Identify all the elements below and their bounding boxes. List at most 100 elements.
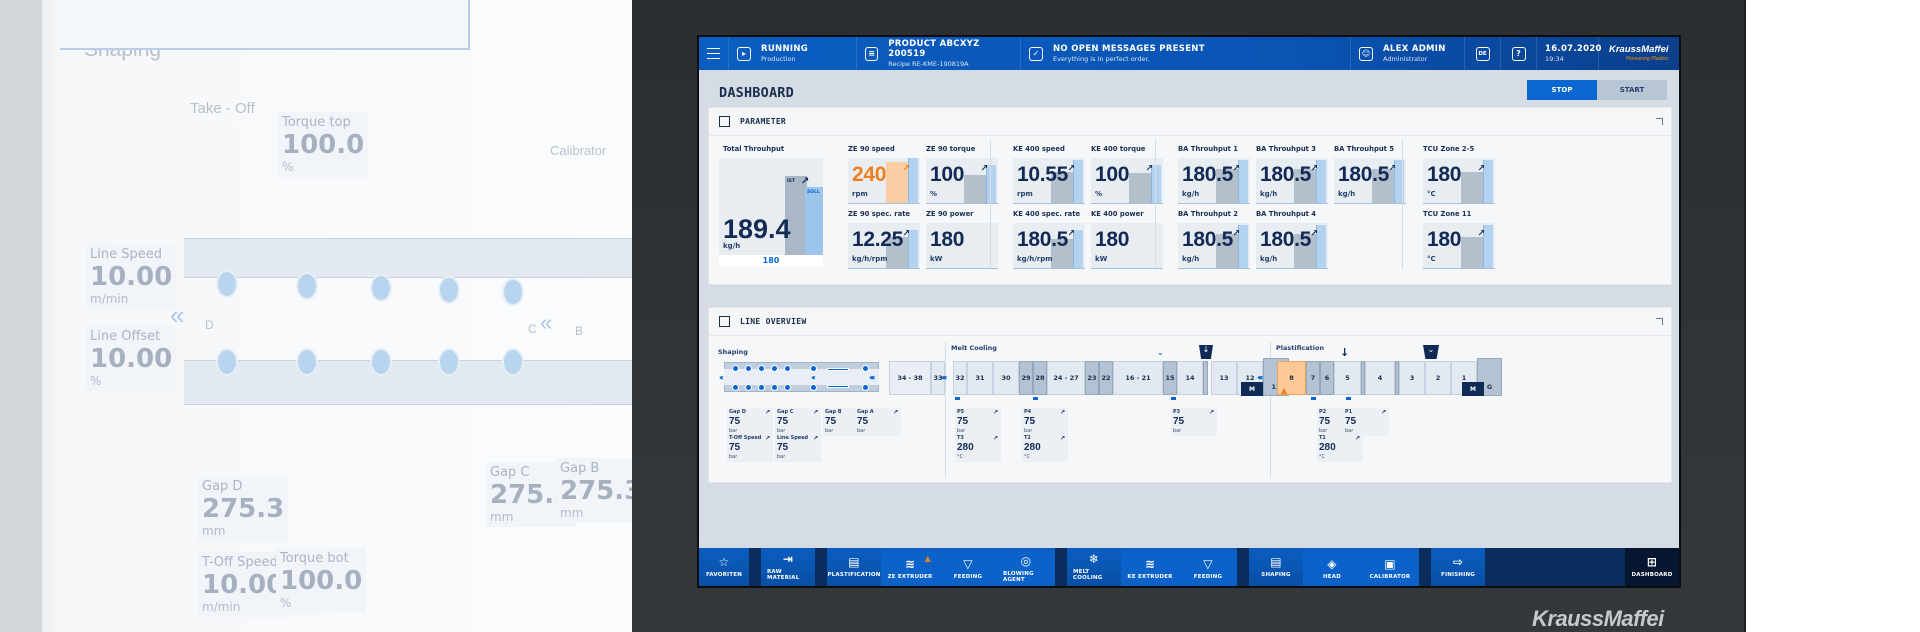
zone-30[interactable]: 30 <box>993 361 1019 395</box>
expand-icon[interactable] <box>1656 318 1663 325</box>
bg-card-unit: % <box>280 596 292 610</box>
nav-favoriten[interactable]: ☆ FAVORITEN <box>699 548 749 586</box>
zone-32[interactable]: 32 <box>953 361 967 395</box>
line-value-card[interactable]: Line Speed ↗ 75 bar <box>775 434 821 462</box>
zone-28[interactable]: 28 <box>1033 361 1047 395</box>
zone-24-27[interactable]: 24 - 27 <box>1047 361 1085 395</box>
line-value-card[interactable]: Gap A ↗ 75 bar <box>855 408 901 436</box>
zone-14[interactable]: 14 <box>1177 361 1203 395</box>
status-indicator[interactable]: ▸ RUNNING Production <box>729 37 857 70</box>
zone-6[interactable]: 6 <box>1320 361 1334 395</box>
param-card[interactable]: ↗ 100% <box>926 158 998 204</box>
param-card[interactable]: ↗ 180.5 kg/h/rpm <box>1013 223 1085 269</box>
zone-15[interactable]: 15 <box>1163 361 1177 395</box>
nav-ke-extruder[interactable]: ≋ KE EXTRUDER <box>1121 551 1179 586</box>
nav-raw-material[interactable]: ⇥ RAW MATERIAL <box>761 548 815 586</box>
zone-3[interactable]: 3 <box>1399 361 1425 395</box>
line-value-card[interactable]: Gap D ↗ 75 bar <box>727 408 773 436</box>
blowing-agent-icon: ◎ <box>1020 553 1032 568</box>
line-value-card[interactable]: P3 ↗ 75 bar <box>1171 408 1217 436</box>
param-card[interactable]: ↗ 100% <box>1091 158 1163 204</box>
nav-ze-extruder[interactable]: ≋ ZE EXTRUDER ▲ <box>881 551 939 586</box>
total-throughput-card[interactable]: IST SOLL ↗ 189.4 kg/h 180 <box>719 158 823 267</box>
param-card[interactable]: ↗ 180.5 kg/h <box>1256 223 1328 269</box>
zone-34-38[interactable]: 34 - 38 <box>889 361 931 395</box>
param-label: ZE 90 power <box>926 210 974 218</box>
nav-head[interactable]: ◈ HEAD <box>1303 551 1361 586</box>
actual-bar <box>1461 237 1485 268</box>
ke-extruder-icon: ≋ <box>1144 556 1156 571</box>
arrow-up-right-icon: ↗ <box>764 409 770 416</box>
line-value-card[interactable]: T2 ↗ 280 °C <box>1022 434 1068 462</box>
line-value-card[interactable]: T-Off Speed ↗ 75 bar <box>727 434 773 462</box>
nav-calibrator[interactable]: ▣ CALIBRATOR <box>1361 551 1419 586</box>
line-value-card[interactable]: T1 ↗ 280 °C <box>1317 434 1363 462</box>
total-throughput-setpoint: 180 <box>719 255 823 267</box>
nav-blowing-agent[interactable]: ◎ BLOWING AGENT <box>997 551 1055 586</box>
line-value-card[interactable]: P4 ↗ 75 bar <box>1022 408 1068 436</box>
motor-plast[interactable]: M <box>1462 382 1484 396</box>
start-button[interactable]: START <box>1597 80 1667 100</box>
menu-button[interactable] <box>699 37 729 70</box>
line-value-card[interactable]: P1 ↗ 75 bar <box>1343 408 1389 436</box>
bg-card: Gap D 275.3 mm <box>198 476 289 541</box>
user-name: ALEX ADMIN <box>1383 44 1446 54</box>
line-overview-header: LINE OVERVIEW <box>709 308 1671 336</box>
zone-2[interactable]: 2 <box>1425 361 1451 395</box>
hopper-icon[interactable]: ⌄ <box>1423 345 1439 359</box>
param-card[interactable]: ↗ 180.5 kg/h <box>1334 158 1406 204</box>
zone-31[interactable]: 31 <box>967 361 993 395</box>
param-card[interactable]: ↗ 180.5 kg/h <box>1178 158 1250 204</box>
parameter-header: PARAMETER <box>709 108 1671 136</box>
messages-indicator[interactable]: ✓ NO OPEN MESSAGES PRESENT Everything is … <box>1021 37 1351 70</box>
hopper-icon[interactable]: ↓ <box>1199 345 1213 359</box>
zone-16-21[interactable]: 16 - 21 <box>1113 361 1163 395</box>
actual-bar <box>1129 173 1153 203</box>
nav-shaping[interactable]: ▤ SHAPING <box>1249 548 1303 586</box>
nav-plastification[interactable]: ▤ PLASTIFICATION <box>827 548 881 586</box>
dashboard-icon: ⊞ <box>1646 555 1658 569</box>
param-card[interactable]: ↗ 240 rpm <box>848 158 920 204</box>
nav-feeding[interactable]: ▽ FEEDING <box>1179 551 1237 586</box>
bg-card-value: 100.0 <box>280 566 363 596</box>
param-card[interactable]: ↗ 180 °C <box>1423 158 1495 204</box>
stop-button[interactable]: STOP <box>1527 80 1597 100</box>
param-card[interactable]: ↗ 180.5 kg/h <box>1256 158 1328 204</box>
arrow-up-right-icon: ↗ <box>1059 409 1065 416</box>
param-card[interactable]: 180 kW <box>926 223 998 269</box>
zone-22[interactable]: 22 <box>1099 361 1113 395</box>
line-value-card[interactable]: T3 ↗ 280 °C <box>955 434 1001 462</box>
bg-card: Line Offset 10.00% <box>86 326 177 391</box>
zone-7[interactable]: 7 <box>1306 361 1320 395</box>
expand-icon[interactable] <box>1656 118 1663 125</box>
product-subtitle: Recipe RE-KME-190819A <box>888 60 969 68</box>
nav-finishing[interactable]: ⇨ FINISHING <box>1431 548 1485 586</box>
line-value-unit: bar <box>825 428 834 434</box>
help-button[interactable]: ? <box>1501 37 1537 70</box>
param-card[interactable]: ↗ 10.55 rpm <box>1013 158 1085 204</box>
product-indicator[interactable]: ≡ PRODUCT ABCXYZ 200519 Recipe RE-KME-190… <box>857 37 1021 70</box>
motor-melt[interactable]: M <box>1241 382 1263 396</box>
language-button[interactable]: DE <box>1465 37 1501 70</box>
param-card[interactable]: ↗ 180.5 kg/h <box>1178 223 1250 269</box>
user-menu[interactable]: ☺ ALEX ADMIN Administrator <box>1351 37 1465 70</box>
zone-4[interactable]: 4 <box>1365 361 1395 395</box>
play-icon: ▸ <box>737 46 751 61</box>
nav-melt-cooling[interactable]: ❄ MELT COOLING <box>1067 548 1121 586</box>
warning-icon[interactable]: ▲ <box>1281 386 1287 395</box>
param-card[interactable]: 180 kW <box>1091 223 1163 269</box>
param-card[interactable]: ↗ 180 °C <box>1423 223 1495 269</box>
line-value: 75 <box>777 442 789 453</box>
zone-5[interactable]: 5 <box>1334 361 1361 395</box>
zone-23[interactable]: 23 <box>1085 361 1099 395</box>
zone-13[interactable]: 13 <box>1211 361 1237 395</box>
line-value-card[interactable]: Gap C ↗ 75 bar <box>775 408 821 436</box>
line-value-card[interactable]: P5 ↗ 75 bar <box>955 408 1001 436</box>
nav-feeding[interactable]: ▽ FEEDING <box>939 551 997 586</box>
param-card[interactable]: ↗ 12.25 kg/h/rpm <box>848 223 920 269</box>
line-value-label: P5 <box>957 409 965 415</box>
line-overview-icon <box>719 316 730 327</box>
nav-dashboard[interactable]: ⊞ DASHBOARD <box>1625 548 1679 586</box>
gap-indicator <box>827 385 849 388</box>
zone-29[interactable]: 29 <box>1019 361 1033 395</box>
